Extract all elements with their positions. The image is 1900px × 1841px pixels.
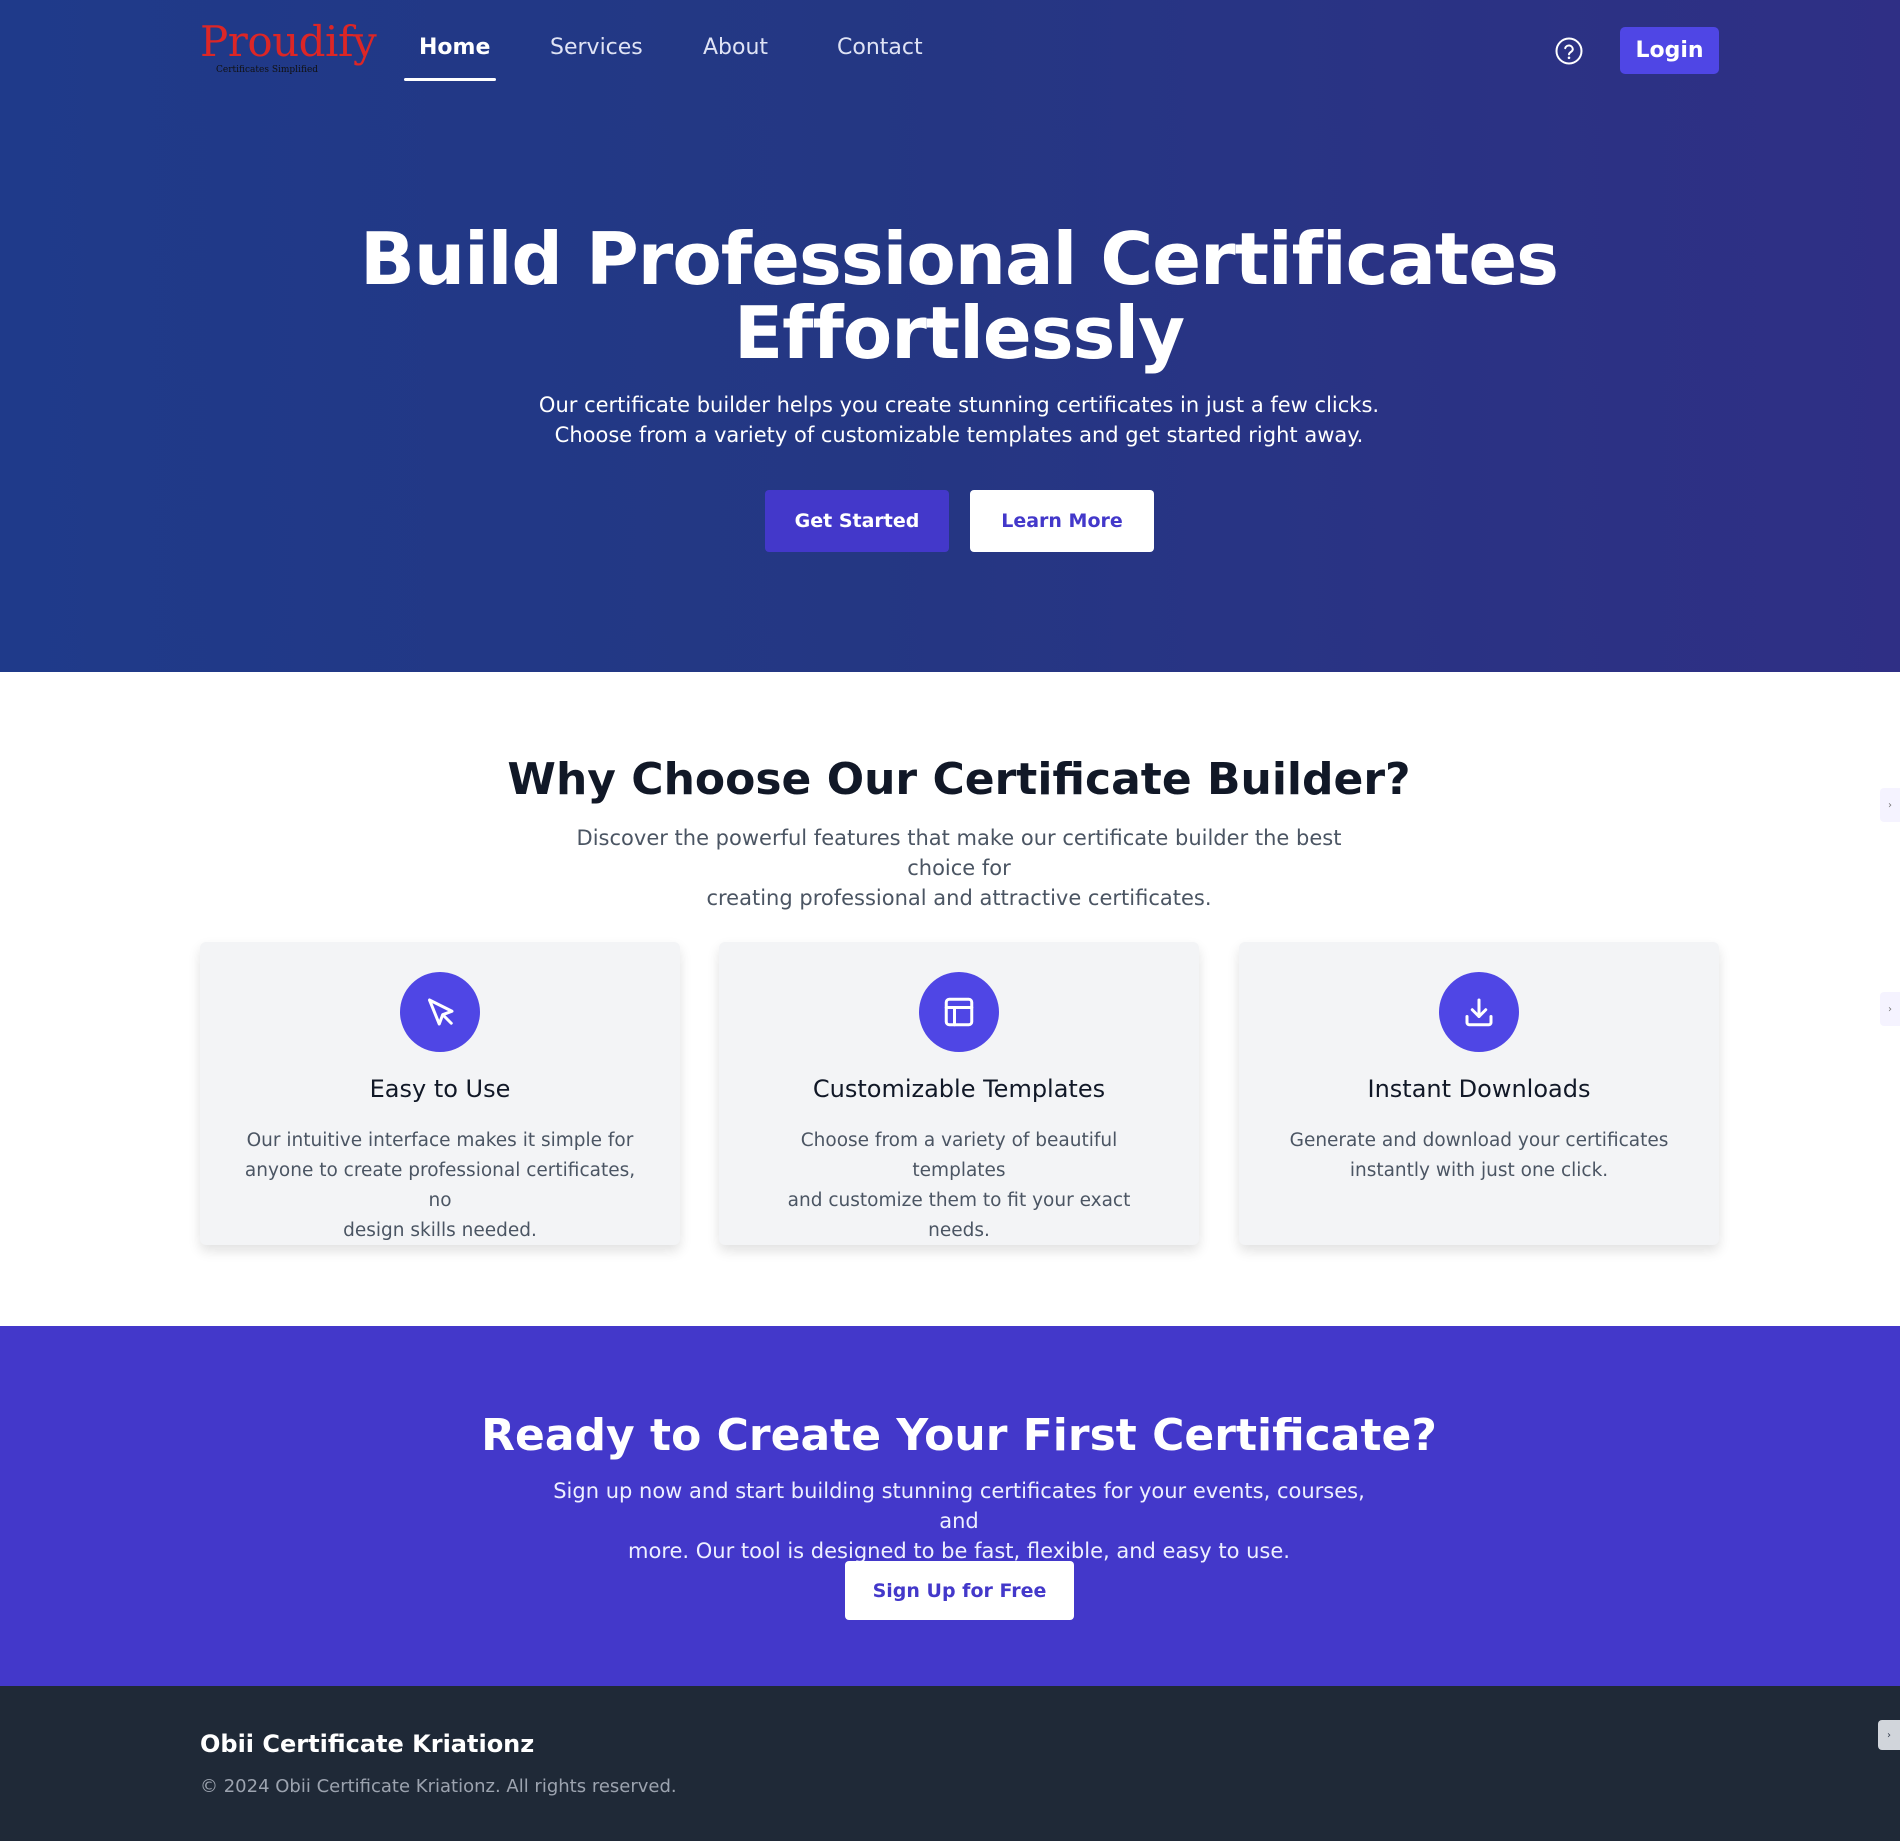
hero-title-line-2: Effortlessly [733, 291, 1185, 375]
hero-title-line-1: Build Professional Certificates [359, 217, 1559, 301]
features-subtitle-line-2: creating professional and attractive cer… [706, 886, 1212, 910]
features-subtitle: Discover the powerful features that make… [545, 823, 1373, 913]
feature-card-text: Choose from a variety of beautiful templ… [755, 1126, 1163, 1246]
footer: Obii Certificate Kriationz © 2024 Obii C… [0, 1686, 1900, 1841]
nav-link-home[interactable]: Home [419, 30, 490, 66]
cta-subtitle-line-1: Sign up now and start building stunning … [553, 1479, 1365, 1533]
learn-more-button[interactable]: Learn More [970, 490, 1154, 552]
logo-text: Proudify [200, 17, 377, 66]
feature-card-text: Our intuitive interface makes it simple … [236, 1126, 644, 1246]
features-subtitle-line-1: Discover the powerful features that make… [576, 826, 1342, 880]
get-started-button[interactable]: Get Started [765, 490, 949, 552]
hero-subtitle-line-1: Our certificate builder helps you create… [538, 393, 1380, 417]
hero-title: Build Professional Certificates Effortle… [0, 222, 1900, 370]
login-button[interactable]: Login [1620, 27, 1719, 74]
feature-card-customizable-templates: Customizable Templates Choose from a var… [719, 942, 1199, 1245]
features-title: Why Choose Our Certificate Builder? [507, 754, 1411, 805]
sign-up-button[interactable]: Sign Up for Free [845, 1561, 1074, 1620]
feature-card-easy-to-use: Easy to Use Our intuitive interface make… [200, 942, 680, 1245]
feature-card-text: Generate and download your certificates … [1275, 1126, 1683, 1186]
side-tab-handle[interactable]: › [1878, 1720, 1900, 1750]
feature-card-text-line: instantly with just one click. [1349, 1160, 1609, 1181]
footer-copyright: © 2024 Obii Certificate Kriationz. All r… [200, 1776, 677, 1797]
side-tab-handle[interactable]: › [1880, 992, 1900, 1026]
download-icon [1439, 972, 1519, 1052]
hero-section: Proudify Certificates Simplified Home Se… [0, 0, 1900, 672]
feature-card-text-line: Our intuitive interface makes it simple … [246, 1130, 634, 1151]
active-nav-indicator [404, 78, 496, 81]
feature-card-text-line: Generate and download your certificates [1289, 1130, 1669, 1151]
side-tab-handle[interactable]: › [1880, 788, 1900, 822]
feature-card-instant-downloads: Instant Downloads Generate and download … [1239, 942, 1719, 1245]
footer-brand: Obii Certificate Kriationz [200, 1730, 535, 1758]
cursor-click-icon [400, 972, 480, 1052]
template-layout-icon [919, 972, 999, 1052]
nav-link-about[interactable]: About [703, 30, 768, 66]
feature-card-text-line: and customize them to fit your exact nee… [787, 1190, 1131, 1241]
nav-link-contact[interactable]: Contact [837, 30, 923, 66]
feature-card-text-line: Choose from a variety of beautiful templ… [800, 1130, 1118, 1181]
feature-card-text-line: anyone to create professional certificat… [244, 1160, 636, 1211]
feature-card-title: Customizable Templates [812, 1075, 1106, 1103]
cta-title: Ready to Create Your First Certificate? [481, 1410, 1437, 1461]
brand-logo[interactable]: Proudify Certificates Simplified [200, 17, 377, 80]
logo-tagline: Certificates Simplified [216, 65, 319, 75]
cta-subtitle-line-2: more. Our tool is designed to be fast, f… [628, 1539, 1290, 1563]
top-navbar: Proudify Certificates Simplified Home Se… [0, 0, 1900, 100]
cta-subtitle: Sign up now and start building stunning … [540, 1476, 1378, 1566]
hero-subtitle-line-2: Choose from a variety of customizable te… [554, 423, 1364, 447]
hero-subtitle: Our certificate builder helps you create… [500, 390, 1418, 450]
feature-card-text-line: design skills needed. [343, 1220, 537, 1241]
feature-card-title: Easy to Use [369, 1075, 511, 1103]
question-circle-icon[interactable] [1554, 36, 1584, 66]
cta-section: Ready to Create Your First Certificate? … [0, 1326, 1900, 1686]
nav-link-services[interactable]: Services [550, 30, 643, 66]
feature-card-title: Instant Downloads [1367, 1075, 1591, 1103]
